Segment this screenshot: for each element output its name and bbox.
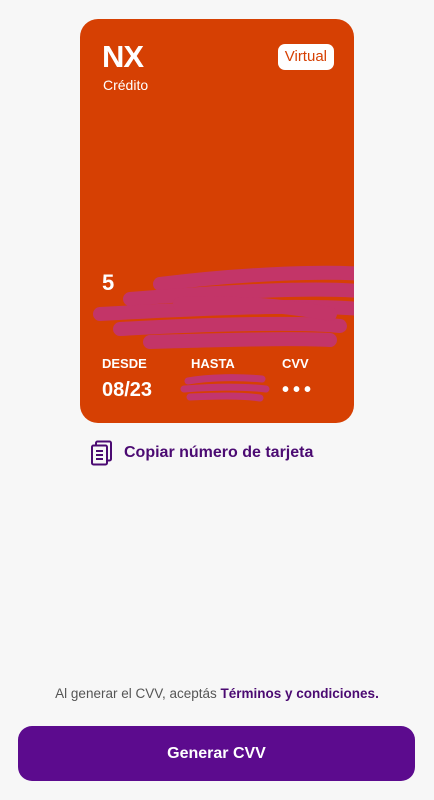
cvv-label: CVV: [282, 356, 309, 371]
copy-icon: [90, 440, 114, 466]
card-type-label: Crédito: [103, 77, 149, 93]
redaction-scribble: [93, 265, 354, 349]
copy-card-number-label: Copiar número de tarjeta: [124, 444, 314, 461]
terms-notice: Al generar el CVV, aceptás Términos y co…: [0, 684, 434, 704]
desde-value: 08/23: [102, 379, 153, 401]
terms-link[interactable]: Términos y condiciones.: [221, 686, 379, 701]
generate-cvv-button[interactable]: Generar CVV: [18, 726, 415, 781]
card-number: 5: [102, 270, 117, 295]
terms-prefix: Al generar el CVV, aceptás: [55, 686, 221, 701]
hasta-label: HASTA: [191, 356, 235, 371]
hasta-redaction-scribble: [180, 374, 270, 402]
brand-logo: NX: [102, 39, 144, 74]
virtual-badge: Virtual: [277, 44, 334, 70]
desde-label: DESDE: [102, 356, 147, 371]
cvv-value: •••: [282, 379, 316, 401]
virtual-credit-card: NX Crédito Virtual 5 DESDE 08/23 HASTA C…: [80, 19, 354, 423]
copy-card-number-button[interactable]: Copiar número de tarjeta: [90, 440, 313, 466]
screen: NX Crédito Virtual 5 DESDE 08/23 HASTA C…: [0, 0, 434, 800]
